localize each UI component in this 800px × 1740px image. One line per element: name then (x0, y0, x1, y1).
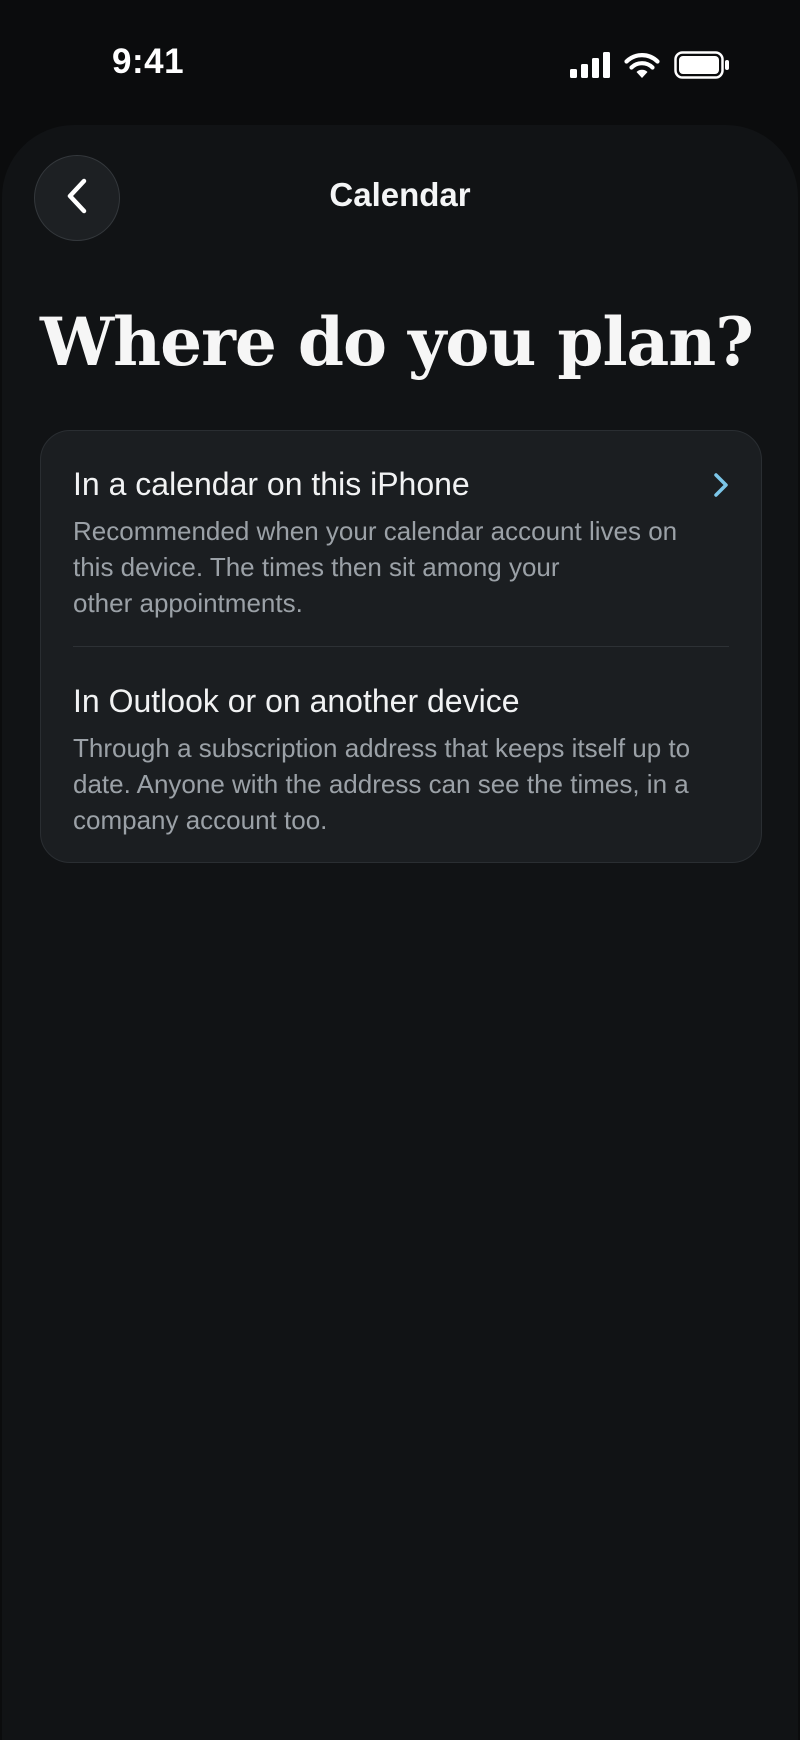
cellular-signal-icon (570, 52, 610, 78)
option-description-line: Through a subscription address that keep… (73, 733, 691, 763)
option-description-line: Recommended when your calendar account l… (73, 516, 678, 546)
option-description-line: date. Anyone with the address can see th… (73, 769, 689, 799)
options-card: In a calendar on this iPhone Recommended… (40, 430, 762, 863)
option-outlook-other-device[interactable]: In Outlook or on another device Through … (41, 678, 763, 838)
status-bar: 9:41 (0, 0, 800, 125)
screen: 9:41 Calendar Where do you plan? In a ca… (0, 0, 800, 1740)
option-description-line: company account too. (73, 805, 328, 835)
option-description-line: other appointments. (73, 588, 303, 618)
option-description: Recommended when your calendar account l… (73, 513, 731, 621)
wifi-icon (624, 52, 660, 78)
option-title: In Outlook or on another device (73, 683, 520, 719)
status-icons (570, 48, 730, 82)
option-title: In a calendar on this iPhone (73, 466, 470, 502)
nav-title: Calendar (329, 176, 471, 213)
calendar-sheet: Calendar Where do you plan? In a calenda… (2, 125, 798, 1740)
page-title: Where do you plan? (40, 303, 754, 381)
status-time: 9:41 (112, 42, 185, 81)
option-this-iphone[interactable]: In a calendar on this iPhone Recommended… (41, 461, 763, 621)
option-description: Through a subscription address that keep… (73, 730, 731, 838)
chevron-right-icon (709, 471, 733, 499)
option-description-line: this device. The times then sit among yo… (73, 552, 560, 582)
option-divider (73, 646, 729, 647)
battery-icon (674, 51, 730, 79)
